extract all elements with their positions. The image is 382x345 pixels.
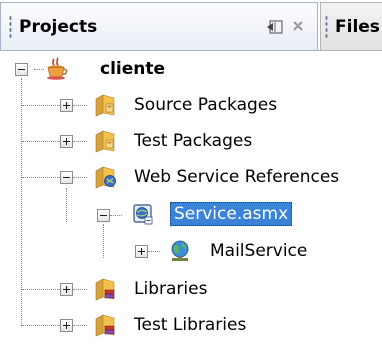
tab-bar: Projects Files — [0, 0, 382, 52]
close-icon[interactable] — [291, 19, 305, 35]
library-folder-icon — [94, 277, 118, 301]
tree-node-source-packages[interactable]: Source Packages — [0, 88, 382, 122]
package-folder-icon — [94, 129, 118, 153]
tree-node-label: Source Packages — [134, 95, 278, 115]
collapse-toggle-icon[interactable] — [15, 63, 28, 76]
coffee-cup-icon — [45, 57, 69, 81]
package-folder-icon — [94, 93, 118, 117]
tree-node-label: cliente — [100, 59, 166, 79]
project-tree: cliente Source Packages Test Packages We… — [0, 52, 382, 345]
tree-node-label: MailService — [210, 241, 308, 261]
collapse-toggle-icon[interactable] — [97, 209, 110, 222]
library-folder-icon — [94, 313, 118, 337]
tree-node-label: Test Libraries — [134, 315, 247, 335]
tree-node-test-packages[interactable]: Test Packages — [0, 124, 382, 158]
tab-files-label: Files — [335, 17, 380, 37]
tab-projects-label: Projects — [19, 17, 98, 37]
expand-toggle-icon[interactable] — [60, 99, 73, 112]
tree-node-service-asmx[interactable]: Service.asmx — [0, 198, 382, 232]
tree-node-test-libraries[interactable]: Test Libraries — [0, 308, 382, 342]
tree-node-label: Web Service References — [134, 167, 340, 187]
expand-toggle-icon[interactable] — [60, 283, 73, 296]
tab-divider — [0, 50, 382, 51]
tree-node-label: Test Packages — [134, 131, 253, 151]
tab-grip-icon[interactable] — [325, 15, 328, 39]
expand-toggle-icon[interactable] — [135, 245, 148, 258]
tree-node-label: Service.asmx — [170, 202, 293, 226]
tree-node-cliente[interactable]: cliente — [0, 52, 382, 86]
tab-files[interactable]: Files — [320, 2, 382, 50]
expand-toggle-icon[interactable] — [60, 135, 73, 148]
collapse-toggle-icon[interactable] — [60, 171, 73, 184]
tab-projects[interactable]: Projects — [0, 2, 318, 50]
tree-node-mailservice[interactable]: MailService — [0, 234, 382, 268]
globe-service-icon — [168, 239, 192, 263]
minimize-icon[interactable] — [266, 19, 284, 35]
expand-toggle-icon[interactable] — [60, 319, 73, 332]
tree-node-web-service-references[interactable]: Web Service References — [0, 160, 382, 194]
tree-node-label: Libraries — [134, 279, 208, 299]
projects-window: Projects Files cliente Source Packages T… — [0, 0, 382, 345]
tree-node-libraries[interactable]: Libraries — [0, 272, 382, 306]
web-service-reference-icon — [131, 202, 155, 226]
web-service-folder-icon — [94, 165, 118, 189]
tab-grip-icon[interactable] — [9, 15, 12, 39]
